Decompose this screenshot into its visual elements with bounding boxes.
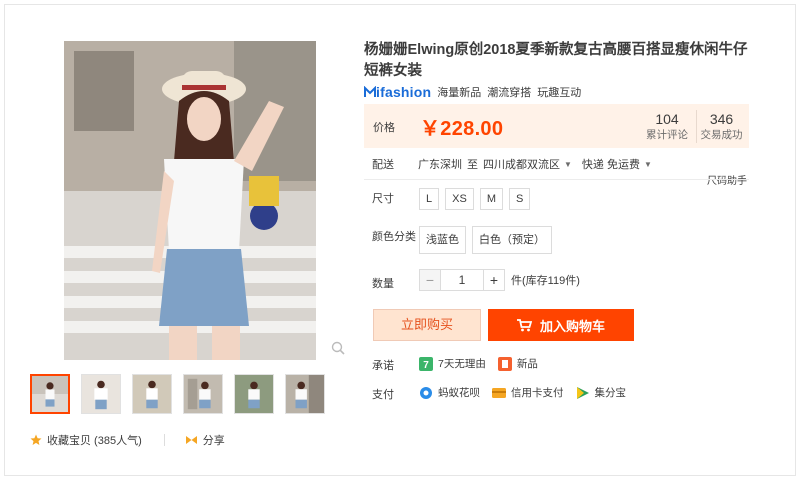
- size-option[interactable]: XS: [445, 188, 474, 210]
- star-icon: [30, 434, 42, 446]
- thumbnail-strip: [30, 374, 336, 414]
- brand-tag: 海量新品: [437, 87, 482, 99]
- ship-from: 广东深圳: [418, 159, 462, 171]
- decrease-button[interactable]: −: [419, 269, 441, 291]
- shipping-label: 配送: [372, 159, 394, 171]
- share-link[interactable]: 分享: [203, 432, 225, 448]
- ship-to-word: 至: [467, 159, 478, 171]
- thumbnail-3[interactable]: [132, 374, 172, 414]
- add-to-cart-label: 加入购物车: [539, 318, 605, 334]
- color-option[interactable]: 浅蓝色: [419, 226, 466, 254]
- share-icon: [185, 434, 198, 446]
- stock-info: 件(库存119件): [511, 275, 580, 287]
- color-option[interactable]: 白色（预定）: [472, 226, 552, 254]
- add-to-cart-button[interactable]: 加入购物车: [488, 309, 634, 341]
- promise-label: 承诺: [372, 360, 394, 372]
- size-option[interactable]: L: [419, 188, 440, 210]
- ifashion-brand-bar[interactable]: ifashion 海量新品 潮流穿搭 玩趣互动: [364, 84, 587, 100]
- thumbnail-5[interactable]: [234, 374, 274, 414]
- promise-item[interactable]: 新品: [497, 356, 538, 371]
- promise-list: 7 7天无理由 新品: [419, 356, 550, 371]
- svg-text:7: 7: [423, 360, 429, 371]
- brand-tag: 玩趣互动: [537, 87, 582, 99]
- quantity-input[interactable]: 1: [441, 269, 483, 291]
- jifenbao-icon: [576, 386, 590, 400]
- price-value: ￥228.00: [420, 118, 504, 140]
- quantity-stepper: − 1 + 件(库存119件): [419, 269, 580, 291]
- size-option[interactable]: M: [479, 188, 503, 210]
- size-label: 尺寸: [372, 193, 394, 205]
- favorite-share-bar: 收藏宝贝 (385人气) 分享: [30, 432, 225, 448]
- cart-icon: [516, 318, 532, 332]
- payment-item[interactable]: 集分宝: [576, 385, 626, 400]
- favorite-link[interactable]: 收藏宝贝 (385人气): [47, 432, 142, 448]
- buy-now-button[interactable]: 立即购买: [373, 309, 481, 341]
- credit-card-icon: [492, 386, 506, 400]
- thumbnail-4[interactable]: [183, 374, 223, 414]
- price-label: 价格: [373, 122, 395, 134]
- ship-to-dropdown[interactable]: 四川成都双流区: [483, 156, 560, 172]
- price-panel: 价格 ￥228.00 104 累计评论 346 交易成功: [364, 104, 749, 148]
- review-count[interactable]: 104 累计评论: [644, 110, 690, 143]
- huabei-icon: [419, 386, 433, 400]
- ifashion-mark-icon: [364, 86, 376, 97]
- ifashion-logo: ifashion: [364, 84, 431, 100]
- color-options: 浅蓝色 白色（预定）: [419, 226, 558, 254]
- express-dropdown[interactable]: 快递 免运费: [582, 156, 640, 172]
- size-options: L XS M S: [419, 188, 536, 210]
- new-item-icon: [497, 356, 512, 371]
- payment-list: 蚂蚁花呗 信用卡支付 集分宝: [419, 385, 638, 400]
- seven-day-return-icon: 7: [419, 356, 433, 371]
- thumbnail-1[interactable]: [30, 374, 70, 414]
- size-option[interactable]: S: [508, 188, 531, 210]
- brand-tag: 潮流穿搭: [487, 87, 532, 99]
- color-label: 颜色分类: [372, 231, 416, 243]
- thumbnail-6[interactable]: [285, 374, 325, 414]
- divider: [163, 434, 165, 446]
- product-title: 杨姗姗Elwing原创2018夏季新款复古高腰百搭显瘦休闲牛仔短裤女装: [364, 42, 748, 79]
- divider: [364, 179, 749, 180]
- promise-item[interactable]: 7 7天无理由: [419, 356, 486, 371]
- zoom-icon[interactable]: [331, 341, 345, 355]
- payment-item[interactable]: 蚂蚁花呗: [419, 385, 480, 400]
- main-product-image[interactable]: [64, 41, 316, 360]
- chevron-down-icon[interactable]: ▼: [564, 160, 572, 169]
- quantity-label: 数量: [372, 278, 394, 290]
- thumbnail-2[interactable]: [81, 374, 121, 414]
- shipping-info: 广东深圳 至 四川成都双流区 ▼ 快递 免运费 ▼: [418, 156, 662, 172]
- sales-count: 346 交易成功: [696, 110, 746, 143]
- increase-button[interactable]: +: [483, 269, 505, 291]
- payment-item[interactable]: 信用卡支付: [492, 385, 564, 400]
- payment-label: 支付: [372, 389, 394, 401]
- chevron-down-icon[interactable]: ▼: [644, 160, 652, 169]
